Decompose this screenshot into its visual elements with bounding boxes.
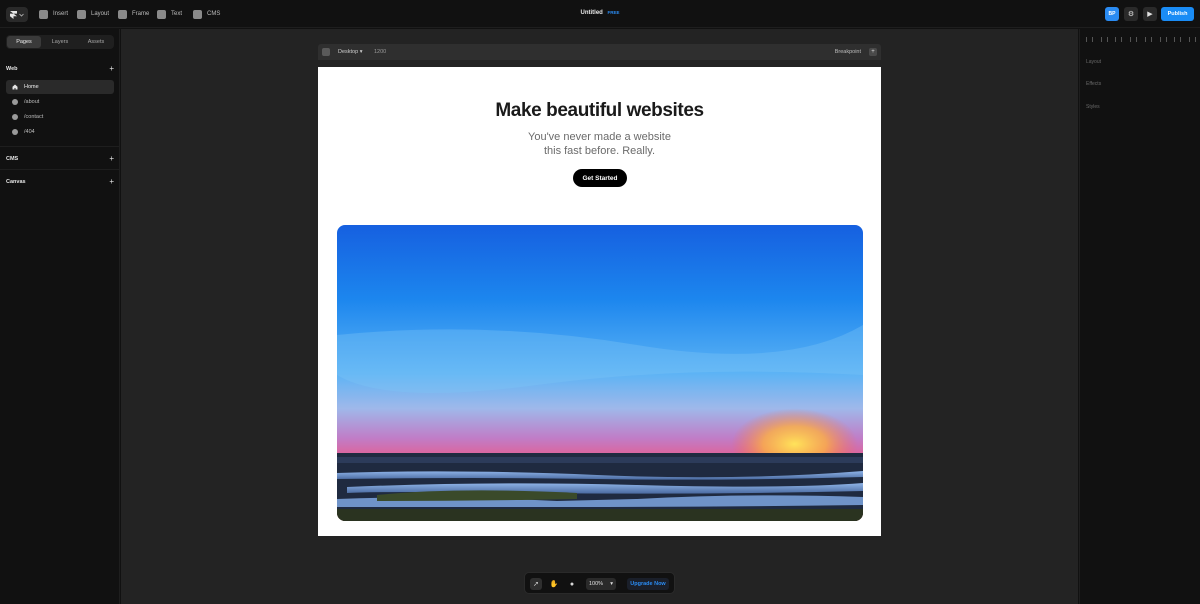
align-center-v-icon[interactable] — [1144, 36, 1152, 42]
effects-section[interactable]: Effects — [1086, 81, 1101, 87]
distribute-v-icon[interactable] — [1188, 36, 1196, 42]
align-center-h-icon[interactable] — [1100, 36, 1108, 42]
page-frame[interactable]: Make beautiful websites You've never mad… — [318, 67, 881, 536]
home-icon — [12, 84, 18, 90]
sidebar-item-label: Home — [24, 84, 39, 90]
play-icon: ▶ — [1147, 11, 1153, 18]
zoom-value: 100% — [589, 581, 604, 587]
settings-button[interactable]: ⚙ — [1124, 7, 1138, 21]
right-panel: Layout Effects Styles — [1079, 29, 1200, 604]
layout-section[interactable]: Layout — [1086, 59, 1101, 65]
frame-settings-icon[interactable] — [322, 48, 330, 56]
project-title-area[interactable]: Untitled FREE — [0, 10, 1200, 16]
breakpoint-label: Breakpoint — [834, 49, 861, 55]
canvas-area[interactable]: Desktop ▾ 1200 Breakpoint + Make beautif… — [121, 29, 1078, 604]
comment-tool-button[interactable]: ● — [566, 578, 578, 590]
plan-badge: FREE — [607, 10, 620, 15]
device-select[interactable]: Desktop ▾ — [338, 49, 362, 55]
frame-width: 1200 — [374, 49, 387, 55]
sunset-landscape-image — [337, 225, 863, 521]
section-canvas-label: Canvas — [6, 178, 26, 185]
hand-icon: ✋ — [549, 581, 559, 588]
add-collection-icon[interactable]: + — [109, 154, 114, 163]
zoom-select[interactable]: 100% ▾ — [586, 578, 616, 590]
sidebar-item-about[interactable]: /about — [6, 95, 114, 109]
align-right-icon[interactable] — [1115, 36, 1123, 42]
hero-subtitle[interactable]: You've never made a website this fast be… — [318, 130, 881, 158]
avatar-initials: BP — [1108, 11, 1116, 17]
chevron-down-icon: ▾ — [610, 581, 613, 587]
select-tool-button[interactable]: ➚ — [530, 578, 542, 590]
tab-layers[interactable]: Layers — [43, 36, 77, 48]
avatar[interactable]: BP — [1105, 7, 1119, 21]
hero-subtitle-line: this fast before. Really. — [543, 145, 656, 157]
page-icon — [12, 114, 18, 120]
device-label: Desktop — [338, 49, 359, 55]
left-sidebar: Pages Layers Assets Web + Home /about /c… — [0, 29, 120, 604]
styles-section[interactable]: Styles — [1086, 104, 1100, 110]
project-title: Untitled — [580, 10, 603, 16]
hand-tool-button[interactable]: ✋ — [548, 578, 560, 590]
publish-button[interactable]: Publish — [1161, 7, 1194, 21]
comment-icon: ● — [569, 580, 575, 588]
section-cms: CMS + — [6, 154, 114, 163]
upgrade-button[interactable]: Upgrade Now — [627, 578, 669, 590]
sidebar-item-label: /404 — [24, 129, 35, 135]
sidebar-item-404[interactable]: /404 — [6, 125, 114, 139]
tab-assets[interactable]: Assets — [79, 36, 113, 48]
cursor-icon: ➚ — [533, 581, 539, 588]
page-icon — [12, 99, 18, 105]
add-canvas-icon[interactable]: + — [109, 177, 114, 186]
sidebar-item-contact[interactable]: /contact — [6, 110, 114, 124]
sidebar-tabs: Pages Layers Assets — [6, 35, 114, 49]
hero-title[interactable]: Make beautiful websites — [318, 100, 881, 122]
preview-button[interactable]: ▶ — [1143, 7, 1157, 21]
alignment-toolbar — [1086, 35, 1196, 43]
add-page-icon[interactable]: + — [109, 64, 114, 73]
frame-header: Desktop ▾ 1200 Breakpoint + — [318, 44, 881, 60]
divider — [0, 169, 120, 170]
divider — [0, 146, 120, 147]
distribute-h-icon[interactable] — [1174, 36, 1182, 42]
hero-subtitle-line: You've never made a website — [528, 131, 671, 143]
section-canvas: Canvas + — [6, 177, 114, 186]
section-web: Web + — [6, 64, 114, 73]
gear-icon: ⚙ — [1127, 11, 1135, 18]
section-web-label: Web — [6, 65, 18, 72]
section-cms-label: CMS — [6, 155, 19, 162]
page-icon — [12, 129, 18, 135]
bottom-toolbar: ➚ ✋ ● 100% ▾ Upgrade Now — [524, 572, 675, 594]
align-bottom-icon[interactable] — [1159, 36, 1167, 42]
tab-pages[interactable]: Pages — [7, 36, 41, 48]
get-started-button[interactable]: Get Started — [573, 169, 627, 187]
align-left-icon[interactable] — [1086, 36, 1093, 42]
sidebar-item-home[interactable]: Home — [6, 80, 114, 94]
hero-image[interactable] — [337, 225, 863, 521]
top-toolbar: Insert Layout Frame Text CMS Untitled FR… — [0, 0, 1200, 28]
add-breakpoint-button[interactable]: + — [869, 48, 877, 56]
sidebar-item-label: /contact — [24, 114, 44, 120]
sidebar-item-label: /about — [24, 99, 40, 105]
align-top-icon[interactable] — [1130, 36, 1138, 42]
